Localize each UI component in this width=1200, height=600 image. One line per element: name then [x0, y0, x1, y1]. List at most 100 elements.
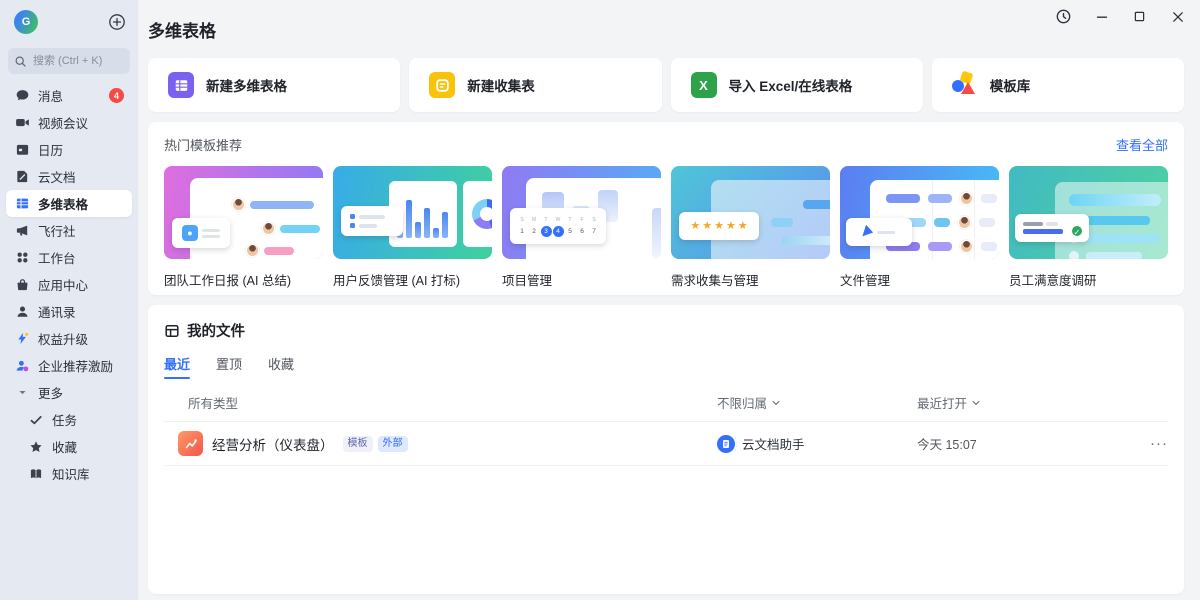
history-icon[interactable]	[1055, 8, 1072, 25]
sidebar-item-label: 飞行社	[38, 221, 76, 240]
hot-templates-panel: 热门模板推荐 查看全部 ● 团队工作日报 (AI 总结)	[148, 122, 1184, 295]
sidebar-item-label: 更多	[38, 383, 63, 402]
chat-icon	[14, 88, 30, 104]
video-icon	[14, 115, 30, 131]
view-all-link[interactable]: 查看全部	[1116, 135, 1168, 154]
thumb-donut-panel	[463, 181, 492, 247]
files-tabs: 最近 置顶 收藏	[164, 354, 1168, 379]
template-card-label: 员工满意度调研	[1009, 270, 1168, 289]
sidebar-item-label: 消息	[38, 86, 63, 105]
template-card-feedback[interactable]: 用户反馈管理 (AI 打标)	[333, 166, 492, 289]
sidebar-item-workplace[interactable]: 工作台	[6, 244, 132, 271]
tab-pinned[interactable]: 置顶	[216, 354, 242, 379]
referral-icon	[14, 358, 30, 374]
bag-icon	[14, 277, 30, 293]
action-label: 导入 Excel/在线表格	[729, 75, 853, 95]
template-card-label: 团队工作日报 (AI 总结)	[164, 270, 323, 289]
thumb-chip	[341, 206, 403, 236]
megaphone-icon	[14, 223, 30, 239]
star-icon	[28, 439, 44, 455]
my-files-panel: 我的文件 最近 置顶 收藏 所有类型 不限归属 最近打开 经营分析（仪表盘）	[148, 305, 1184, 594]
excel-icon: X	[691, 72, 717, 98]
template-library-icon	[952, 72, 978, 98]
file-row[interactable]: 经营分析（仪表盘） 模板 外部 云文档助手 今天 15:07 ···	[164, 422, 1168, 466]
template-card-requirements[interactable]: ★★★★★ 需求收集与管理	[671, 166, 830, 289]
doc-icon	[14, 169, 30, 185]
sidebar-item-referral[interactable]: 企业推荐激励	[6, 352, 132, 379]
template-thumbnail	[333, 166, 492, 259]
template-thumbnail	[840, 166, 999, 259]
filter-sort-dropdown[interactable]: 最近打开	[917, 393, 1132, 412]
sidebar-item-upgrade[interactable]: 权益升级	[6, 325, 132, 352]
close-icon[interactable]	[1169, 8, 1186, 25]
file-name: 经营分析（仪表盘）	[212, 434, 334, 454]
star-icon: ★	[726, 221, 736, 232]
add-icon[interactable]	[108, 13, 126, 31]
thumb-check-chip: ✓	[1015, 214, 1089, 242]
sidebar-item-app-center[interactable]: 应用中心	[6, 271, 132, 298]
book-icon	[28, 466, 44, 482]
template-badge: 模板	[343, 436, 373, 452]
templates-title: 热门模板推荐	[164, 135, 242, 154]
tab-favorites[interactable]: 收藏	[268, 354, 294, 379]
sidebar-item-label: 收藏	[52, 437, 77, 456]
search-box[interactable]	[8, 48, 130, 74]
sidebar-item-label: 知识库	[52, 464, 90, 483]
person-icon	[14, 304, 30, 320]
star-icon: ★	[738, 221, 748, 232]
minimize-icon[interactable]	[1093, 8, 1110, 25]
import-excel-button[interactable]: X 导入 Excel/在线表格	[671, 58, 923, 112]
last-opened-time: 今天 15:07	[917, 434, 1132, 453]
dashboard-file-icon	[178, 431, 203, 456]
sidebar-item-label: 视频会议	[38, 113, 88, 132]
external-badge: 外部	[378, 436, 408, 452]
chevron-down-icon	[14, 385, 30, 401]
sidebar-item-label: 云文档	[38, 167, 76, 186]
calendar-icon	[14, 142, 30, 158]
sidebar-nav: 消息 4 视频会议 日历 云文档 多维表格 飞行社 工作台 应用中	[6, 82, 132, 487]
sidebar-item-messages[interactable]: 消息 4	[6, 82, 132, 109]
template-card-daily-report[interactable]: ● 团队工作日报 (AI 总结)	[164, 166, 323, 289]
sidebar-item-calendar[interactable]: 日历	[6, 136, 132, 163]
thumb-cursor-chip	[846, 218, 912, 246]
sidebar-item-label: 任务	[52, 410, 77, 429]
avatar[interactable]: G	[14, 10, 38, 34]
sidebar-item-label: 通讯录	[38, 302, 76, 321]
sidebar-item-video-meetings[interactable]: 视频会议	[6, 109, 132, 136]
tab-recent[interactable]: 最近	[164, 354, 190, 379]
sidebar-item-contacts[interactable]: 通讯录	[6, 298, 132, 325]
template-card-survey[interactable]: ✓ 员工满意度调研	[1009, 166, 1168, 289]
sidebar-item-tasks[interactable]: 任务	[6, 406, 132, 433]
new-form-button[interactable]: 新建收集表	[409, 58, 661, 112]
cursor-icon	[862, 225, 874, 239]
new-bitable-button[interactable]: 新建多维表格	[148, 58, 400, 112]
maximize-icon[interactable]	[1131, 8, 1148, 25]
search-input[interactable]	[31, 54, 123, 68]
filter-all-types: 所有类型	[164, 393, 717, 412]
workplace-icon	[14, 250, 30, 266]
action-label: 新建多维表格	[206, 75, 287, 95]
sidebar-item-bitable[interactable]: 多维表格	[6, 190, 132, 217]
star-icon: ★	[702, 221, 712, 232]
sidebar-item-label: 多维表格	[38, 194, 88, 213]
unread-badge: 4	[109, 88, 124, 103]
star-icon: ★	[714, 221, 724, 232]
template-card-project[interactable]: SMTWTFS 1234567 项目管理	[502, 166, 661, 289]
sidebar-item-favorites[interactable]: 收藏	[6, 433, 132, 460]
sidebar-item-community[interactable]: 飞行社	[6, 217, 132, 244]
filter-owner-dropdown[interactable]: 不限归属	[717, 393, 917, 412]
sidebar-item-label: 企业推荐激励	[38, 356, 113, 375]
sidebar-item-docs[interactable]: 云文档	[6, 163, 132, 190]
thumb-stars-chip: ★★★★★	[679, 212, 759, 240]
template-card-label: 文件管理	[840, 270, 999, 289]
sidebar-item-more[interactable]: 更多	[6, 379, 132, 406]
template-card-file-management[interactable]: 文件管理	[840, 166, 999, 289]
thumb-calendar-chip: SMTWTFS 1234567	[510, 208, 606, 244]
sidebar-item-label: 权益升级	[38, 329, 88, 348]
sidebar: G 消息 4 视频会议 日历 云文档 多维表格	[0, 0, 138, 600]
bitable-icon	[14, 196, 30, 212]
more-icon[interactable]: ···	[1132, 435, 1168, 452]
template-library-button[interactable]: 模板库	[932, 58, 1184, 112]
thumb-chip: ●	[172, 218, 230, 248]
sidebar-item-wiki[interactable]: 知识库	[6, 460, 132, 487]
